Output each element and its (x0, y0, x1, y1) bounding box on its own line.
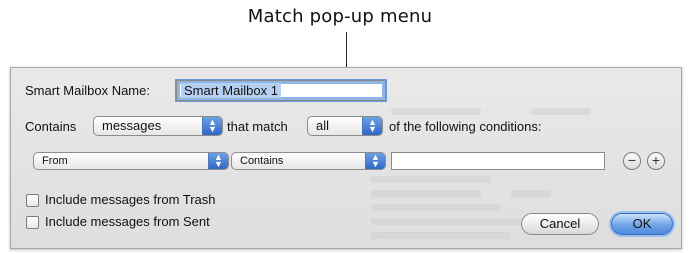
contains-popup-value: messages (102, 118, 162, 133)
popup-arrows-icon: ▲ ▼ (365, 153, 385, 169)
smart-mailbox-dialog: Smart Mailbox Name: Smart Mailbox 1 Cont… (10, 67, 682, 249)
callout-label: Match pop-up menu (247, 6, 433, 27)
condition-field-value: From (42, 155, 68, 167)
remove-condition-button[interactable]: − (623, 152, 641, 170)
include-sent-label: Include messages from Sent (45, 214, 210, 229)
ok-button[interactable]: OK (611, 213, 673, 235)
condition-operator-popup[interactable]: Contains ▲ ▼ (231, 152, 386, 170)
include-sent-checkbox[interactable] (26, 216, 39, 229)
add-condition-button[interactable]: + (647, 152, 665, 170)
mailbox-name-label: Smart Mailbox Name: (25, 83, 150, 98)
include-trash-label: Include messages from Trash (45, 192, 216, 207)
cancel-button[interactable]: Cancel (521, 213, 599, 235)
popup-arrows-icon: ▲ ▼ (208, 153, 228, 169)
mailbox-name-field[interactable]: Smart Mailbox 1 (176, 80, 386, 101)
match-popup[interactable]: all ▲ ▼ (307, 116, 383, 136)
that-match-label: that match (227, 119, 288, 134)
contains-label: Contains (25, 119, 77, 134)
match-popup-value: all (316, 118, 330, 133)
contains-popup[interactable]: messages ▲ ▼ (93, 116, 223, 136)
condition-operator-value: Contains (240, 155, 284, 167)
popup-arrows-icon: ▲ ▼ (202, 117, 222, 135)
include-trash-checkbox[interactable] (26, 194, 39, 207)
popup-arrows-icon: ▲ ▼ (362, 117, 382, 135)
condition-value-input[interactable] (391, 152, 605, 170)
condition-field-popup[interactable]: From ▲ ▼ (33, 152, 229, 170)
following-conditions-label: of the following conditions: (389, 119, 542, 134)
mailbox-name-value: Smart Mailbox 1 (181, 83, 281, 98)
